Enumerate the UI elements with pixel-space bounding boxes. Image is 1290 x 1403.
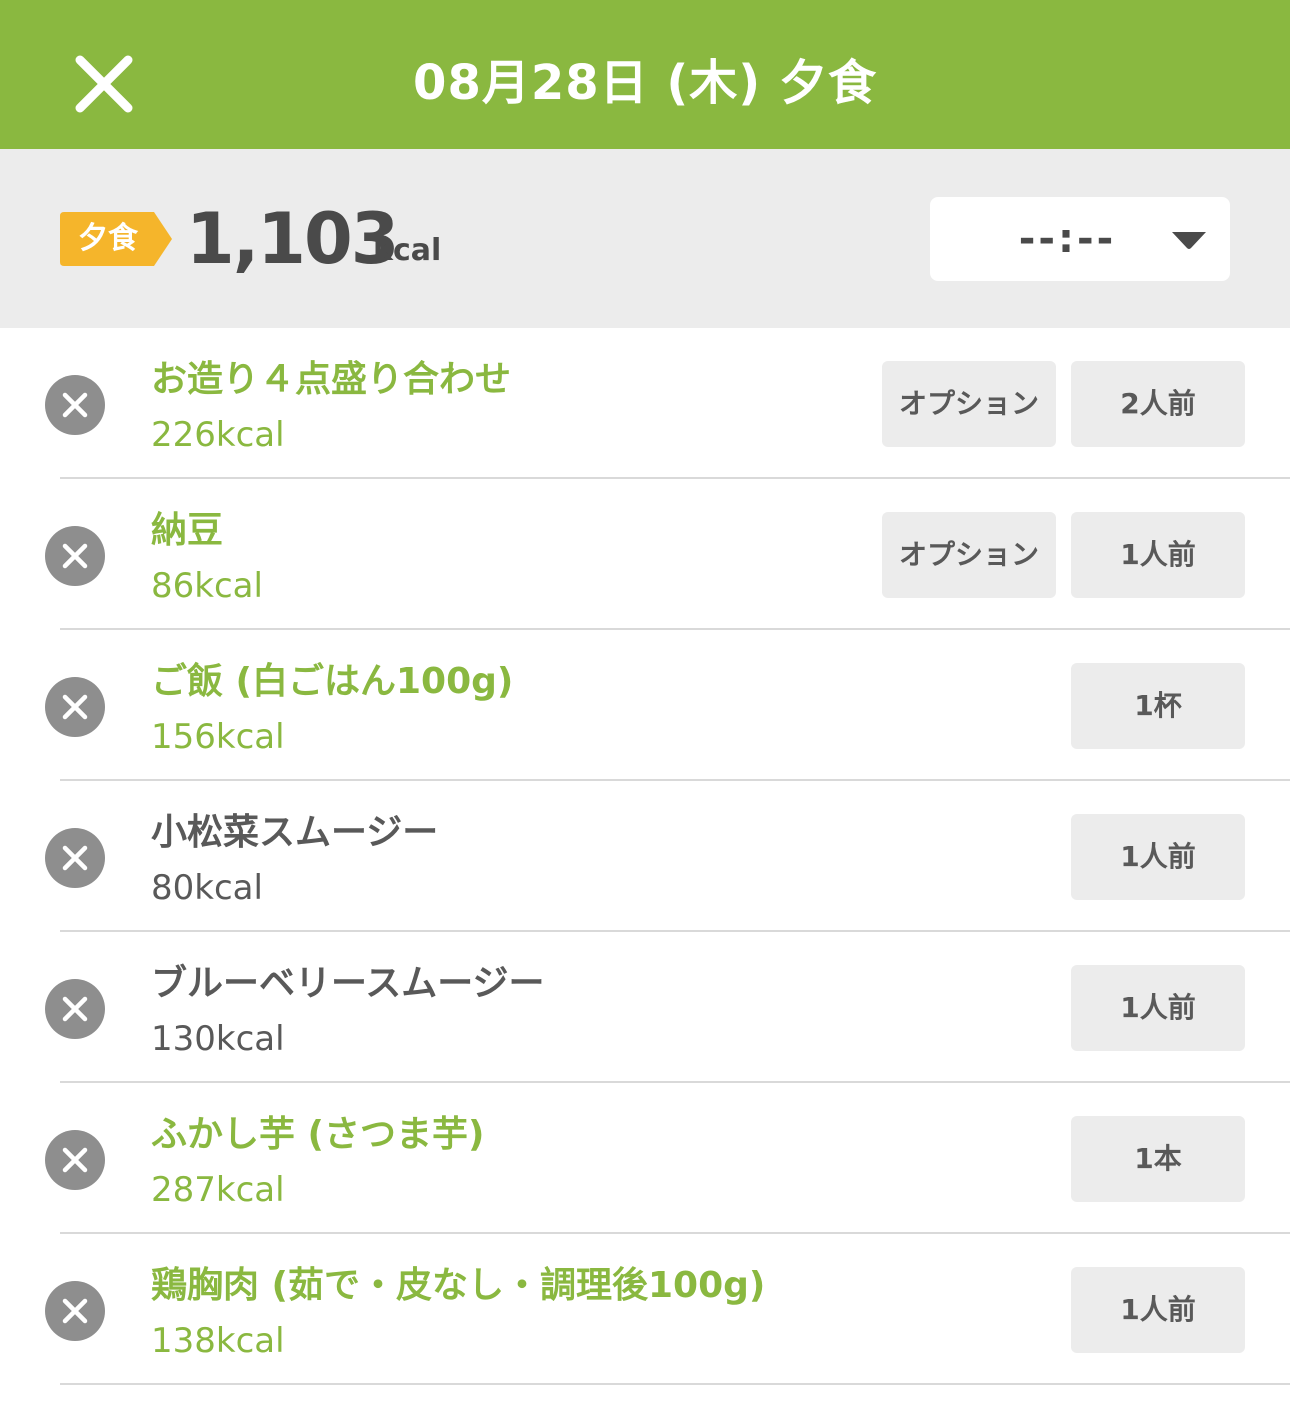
food-kcal: 156kcal xyxy=(151,717,285,757)
quantity-button[interactable]: 1人前 xyxy=(1071,512,1245,598)
remove-icon xyxy=(62,543,88,569)
food-list: お造り４点盛り合わせ 226kcal オプション 2人前 納豆 86kcal オプション 1人… xyxy=(0,328,1290,1385)
remove-icon xyxy=(62,1147,88,1173)
quantity-button[interactable]: 1人前 xyxy=(1071,965,1245,1051)
quantity-button[interactable]: 1人前 xyxy=(1071,1267,1245,1353)
remove-icon xyxy=(62,1298,88,1324)
remove-icon xyxy=(62,996,88,1022)
remove-food-button[interactable] xyxy=(45,375,105,435)
food-row[interactable]: 小松菜スムージー 80kcal 1人前 xyxy=(0,781,1290,932)
remove-food-button[interactable] xyxy=(45,526,105,586)
food-row[interactable]: ふかし芋 (さつま芋) 287kcal 1本 xyxy=(0,1083,1290,1234)
food-row[interactable]: お造り４点盛り合わせ 226kcal オプション 2人前 xyxy=(0,328,1290,479)
meal-time-select[interactable]: --:-- xyxy=(930,197,1230,281)
quantity-button[interactable]: 1人前 xyxy=(1071,814,1245,900)
food-row[interactable]: 鶏胸肉 (茹で・皮なし・調理後100g) 138kcal 1人前 xyxy=(0,1234,1290,1385)
food-kcal: 86kcal xyxy=(151,566,263,606)
food-kcal: 80kcal xyxy=(151,868,263,908)
app-header: 08月28日 (木) 夕食 xyxy=(0,0,1290,149)
quantity-button[interactable]: 2人前 xyxy=(1071,361,1245,447)
meal-summary: 夕食 1,103 kcal --:-- xyxy=(0,149,1290,328)
row-divider xyxy=(60,1383,1290,1385)
remove-food-button[interactable] xyxy=(45,828,105,888)
food-name[interactable]: 小松菜スムージー xyxy=(151,811,438,855)
chevron-down-icon xyxy=(1172,232,1206,249)
food-name[interactable]: 鶏胸肉 (茹で・皮なし・調理後100g) xyxy=(151,1264,765,1308)
food-name[interactable]: ご飯 (白ごはん100g) xyxy=(151,660,513,704)
meal-tag-label: 夕食 xyxy=(78,221,138,256)
food-name[interactable]: ブルーベリースムージー xyxy=(151,962,544,1006)
total-kcal-unit: kcal xyxy=(373,233,442,268)
food-kcal: 130kcal xyxy=(151,1019,285,1059)
meal-time-value: --:-- xyxy=(1018,216,1117,262)
quantity-button[interactable]: 1杯 xyxy=(1071,663,1245,749)
remove-food-button[interactable] xyxy=(45,1130,105,1190)
food-name[interactable]: 納豆 xyxy=(151,509,223,553)
food-kcal: 138kcal xyxy=(151,1321,285,1361)
remove-food-button[interactable] xyxy=(45,979,105,1039)
food-name[interactable]: お造り４点盛り合わせ xyxy=(151,358,511,402)
food-kcal: 287kcal xyxy=(151,1170,285,1210)
remove-icon xyxy=(62,845,88,871)
quantity-button[interactable]: 1本 xyxy=(1071,1116,1245,1202)
total-kcal: 1,103 xyxy=(186,198,399,280)
option-button[interactable]: オプション xyxy=(882,512,1056,598)
food-name[interactable]: ふかし芋 (さつま芋) xyxy=(151,1113,484,1157)
food-row[interactable]: ブルーベリースムージー 130kcal 1人前 xyxy=(0,932,1290,1083)
food-kcal: 226kcal xyxy=(151,415,285,455)
food-row[interactable]: ご飯 (白ごはん100g) 156kcal 1杯 xyxy=(0,630,1290,781)
food-row[interactable]: 納豆 86kcal オプション 1人前 xyxy=(0,479,1290,630)
page-title: 08月28日 (木) 夕食 xyxy=(413,55,877,111)
remove-food-button[interactable] xyxy=(45,1281,105,1341)
remove-icon xyxy=(62,694,88,720)
remove-icon xyxy=(62,392,88,418)
remove-food-button[interactable] xyxy=(45,677,105,737)
option-button[interactable]: オプション xyxy=(882,361,1056,447)
